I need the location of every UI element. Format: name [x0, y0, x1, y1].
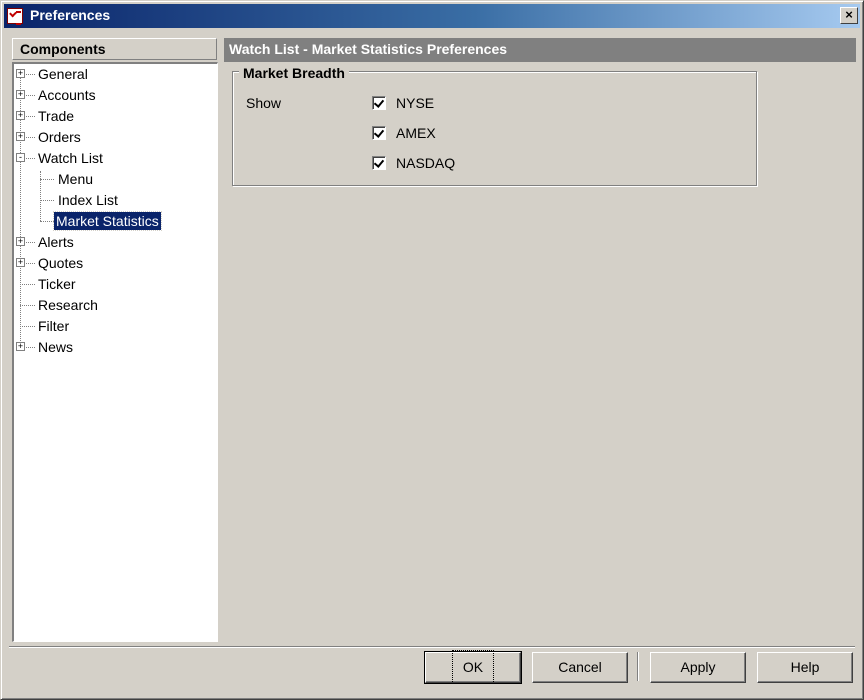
- checkbox-label: NASDAQ: [396, 155, 456, 171]
- tree-item-label: Market Statistics: [53, 211, 162, 231]
- tree-line: [26, 347, 35, 348]
- close-icon: ×: [845, 7, 853, 22]
- close-button[interactable]: ×: [840, 7, 858, 24]
- app-icon: [7, 8, 23, 25]
- tree-line: [40, 200, 54, 201]
- tree-item-label: Quotes: [38, 255, 84, 271]
- tree-item-label: Research: [38, 297, 98, 313]
- collapse-icon[interactable]: -: [16, 153, 25, 162]
- tree-item-label: Accounts: [38, 87, 96, 103]
- checkbox-checked-icon[interactable]: [372, 126, 386, 140]
- tree-item-label: Ticker: [38, 276, 76, 292]
- tree-line: [26, 263, 35, 264]
- button-label: Apply: [680, 659, 716, 675]
- tree-line: [26, 95, 35, 96]
- tree-line: [26, 74, 35, 75]
- bottom-separator: [9, 646, 855, 648]
- tree-item-label: Index List: [58, 192, 118, 208]
- market-breadth-group: [232, 71, 757, 186]
- apply-button[interactable]: Apply: [650, 652, 746, 683]
- tree-item-label: Alerts: [38, 234, 74, 250]
- button-label: Cancel: [558, 659, 602, 675]
- tree-line: [26, 116, 35, 117]
- tree-item-label: Menu: [58, 171, 94, 187]
- title-bar: Preferences ×: [4, 4, 860, 28]
- tree-item-label: Orders: [38, 129, 81, 145]
- expand-icon[interactable]: +: [16, 132, 25, 141]
- help-button[interactable]: Help: [757, 652, 853, 683]
- ok-button[interactable]: OK: [424, 650, 522, 684]
- tree-line: [26, 158, 35, 159]
- tree-item-label: Trade: [38, 108, 75, 124]
- group-title: Market Breadth: [239, 65, 349, 81]
- checkbox-checked-icon[interactable]: [372, 156, 386, 170]
- cancel-button[interactable]: Cancel: [532, 652, 628, 683]
- tree-line: [26, 242, 35, 243]
- expand-icon[interactable]: +: [16, 111, 25, 120]
- tree-line: [40, 179, 54, 180]
- expand-icon[interactable]: +: [16, 342, 25, 351]
- window-title: Preferences: [30, 7, 111, 23]
- tree-line: [40, 221, 54, 222]
- expand-icon[interactable]: +: [16, 258, 25, 267]
- tree-line: [20, 284, 35, 285]
- preferences-header: Watch List - Market Statistics Preferenc…: [224, 38, 856, 62]
- preferences-window: Preferences × Components + General + Acc…: [0, 0, 864, 700]
- tree-line: [26, 137, 35, 138]
- tree-item-label: News: [38, 339, 74, 355]
- button-separator: [637, 652, 639, 681]
- components-tree[interactable]: + General + Accounts + Trade + Orders - …: [12, 62, 218, 642]
- expand-icon[interactable]: +: [16, 69, 25, 78]
- checkbox-label: NYSE: [396, 95, 435, 111]
- components-header: Components: [12, 38, 217, 60]
- button-label: OK: [451, 650, 495, 684]
- tree-line: [20, 305, 35, 306]
- button-label: Help: [790, 659, 820, 675]
- checkbox-checked-icon[interactable]: [372, 96, 386, 110]
- tree-line: [20, 326, 35, 327]
- expand-icon[interactable]: +: [16, 90, 25, 99]
- show-label: Show: [246, 95, 282, 111]
- expand-icon[interactable]: +: [16, 237, 25, 246]
- tree-item-label: Filter: [38, 318, 70, 334]
- tree-item-label: General: [38, 66, 88, 82]
- tree-item-label: Watch List: [38, 150, 103, 166]
- checkbox-label: AMEX: [396, 125, 436, 141]
